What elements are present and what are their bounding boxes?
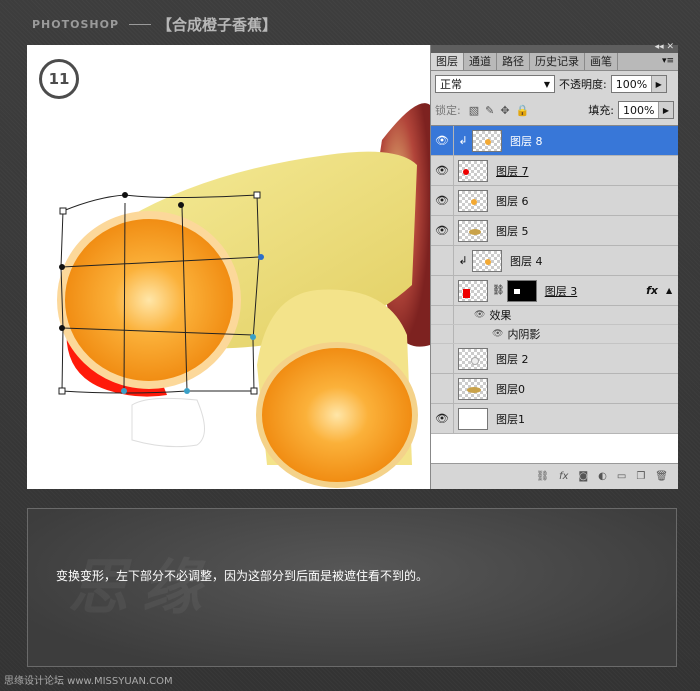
- opacity-value: 100%: [615, 77, 648, 91]
- layer-name[interactable]: 图层 7: [496, 163, 529, 179]
- visibility-eye-empty[interactable]: [431, 344, 454, 373]
- panel-menu-icon[interactable]: ▾≡: [658, 53, 678, 70]
- fill-value: 100%: [623, 103, 655, 117]
- layer-thumbnail: [458, 407, 488, 430]
- layer-name[interactable]: 图层 4: [510, 253, 543, 269]
- scroll-up-icon[interactable]: ▲: [666, 286, 676, 295]
- layer-thumbnail: [458, 279, 488, 302]
- layer-name[interactable]: 图层 5: [496, 223, 529, 239]
- document-canvas[interactable]: 11: [27, 45, 430, 489]
- white-piece-shape: [131, 397, 205, 448]
- fx-icon[interactable]: fx: [646, 284, 658, 297]
- page-title: 【合成橙子香蕉】: [157, 15, 278, 34]
- layer-name[interactable]: 图层 2: [496, 351, 529, 367]
- page-header: PHOTOSHOP 【合成橙子香蕉】: [32, 12, 277, 36]
- layers-list: 👁 ↲ 图层 8 👁 图层 7 👁 图层 6 👁 图层 5 ↲ 图层 4 ⛓ 图…: [431, 125, 678, 464]
- canvas-artwork: [57, 103, 430, 488]
- layer-row-0[interactable]: 图层0: [431, 374, 678, 404]
- opacity-arrow-icon[interactable]: ▶: [650, 76, 666, 92]
- add-mask-icon[interactable]: ◙: [578, 471, 588, 482]
- lower-orange-shape: [256, 342, 418, 488]
- layer-thumbnail: [458, 159, 488, 182]
- visibility-eye-icon[interactable]: 👁: [431, 216, 454, 245]
- tab-history[interactable]: 历史记录: [530, 53, 585, 70]
- inner-shadow-label: 内阴影: [507, 328, 541, 341]
- layer-mask-thumbnail[interactable]: [506, 279, 537, 302]
- effects-row[interactable]: 👁 效果: [431, 306, 678, 325]
- layer-name[interactable]: 图层0: [496, 381, 525, 397]
- effects-label: 效果: [489, 309, 512, 322]
- lock-position-icon[interactable]: ✥: [500, 104, 509, 117]
- fill-label: 填充:: [588, 104, 614, 117]
- link-layers-icon[interactable]: ⛓: [536, 471, 549, 482]
- header-divider: [129, 23, 152, 25]
- effect-eye-icon[interactable]: 👁: [492, 329, 503, 339]
- visibility-eye-icon[interactable]: 👁: [431, 404, 454, 433]
- layer-row-6[interactable]: 👁 图层 6: [431, 186, 678, 216]
- layer-thumbnail: [472, 249, 502, 272]
- layer-row-1[interactable]: 👁 图层1: [431, 404, 678, 434]
- visibility-eye-icon[interactable]: 👁: [431, 186, 454, 215]
- clip-arrow-icon: ↲: [458, 254, 468, 267]
- panel-tabs: 图层 通道 路径 历史记录 画笔 ▾≡: [431, 53, 678, 71]
- lock-pixels-icon[interactable]: ✎: [485, 104, 494, 117]
- tab-brushes[interactable]: 画笔: [585, 53, 618, 70]
- tab-layers[interactable]: 图层: [431, 53, 464, 70]
- collapse-icon[interactable]: ◂◂ ✕: [655, 42, 674, 52]
- inner-shadow-row[interactable]: 👁 内阴影: [431, 325, 678, 344]
- layer-name[interactable]: 图层 6: [496, 193, 529, 209]
- layers-panel: ◂◂ ✕ 图层 通道 路径 历史记录 画笔 ▾≡ 正常 ▼ 不透明度: 100%…: [430, 42, 678, 489]
- layer-thumbnail: [458, 189, 488, 212]
- layer-name[interactable]: 图层 3: [545, 283, 578, 299]
- lock-all-icon[interactable]: 🔒: [516, 104, 530, 117]
- layer-name[interactable]: 图层 8: [510, 133, 543, 149]
- layer-row-2[interactable]: 图层 2: [431, 344, 678, 374]
- blend-mode-value: 正常: [440, 78, 462, 91]
- adjustment-layer-icon[interactable]: ◐: [598, 471, 607, 482]
- layer-thumbnail: [458, 377, 488, 400]
- layer-thumbnail: [458, 347, 488, 370]
- tab-paths[interactable]: 路径: [497, 53, 530, 70]
- add-style-icon[interactable]: fx: [559, 471, 568, 482]
- blend-row: 正常 ▼ 不透明度: 100% ▶: [431, 71, 678, 97]
- opacity-input[interactable]: 100% ▶: [610, 75, 667, 93]
- visibility-eye-empty[interactable]: [431, 246, 454, 275]
- lock-label: 锁定:: [435, 104, 461, 117]
- layer-thumbnail: [458, 219, 488, 242]
- tab-channels[interactable]: 通道: [464, 53, 497, 70]
- fill-input[interactable]: 100% ▶: [618, 101, 674, 119]
- footer-watermark: 思缘设计论坛 www.MISSYUAN.COM: [4, 676, 173, 687]
- instruction-panel: 思缘 变换变形，左下部分不必调整，因为这部分到后面是被遮住看不到的。: [27, 508, 677, 667]
- step-number-badge: 11: [39, 59, 79, 99]
- layer-row-8[interactable]: 👁 ↲ 图层 8: [431, 126, 678, 156]
- dropdown-arrow-icon: ▼: [543, 79, 550, 89]
- layer-name[interactable]: 图层1: [496, 411, 525, 427]
- visibility-eye-icon[interactable]: 👁: [431, 156, 454, 185]
- brand-text: PHOTOSHOP: [32, 17, 120, 31]
- panel-titlebar[interactable]: ◂◂ ✕: [431, 42, 678, 53]
- opacity-label: 不透明度:: [559, 78, 607, 91]
- visibility-eye-icon[interactable]: 👁: [431, 126, 454, 155]
- visibility-eye-empty[interactable]: [431, 374, 454, 403]
- delete-layer-icon[interactable]: 🗑: [655, 471, 668, 482]
- layer-row-5[interactable]: 👁 图层 5: [431, 216, 678, 246]
- layer-row-4[interactable]: ↲ 图层 4: [431, 246, 678, 276]
- effect-eye-icon[interactable]: 👁: [474, 310, 485, 320]
- layer-thumbnail: [472, 129, 502, 152]
- fill-arrow-icon[interactable]: ▶: [658, 102, 673, 118]
- panel-bottom-toolbar: ⛓ fx ◙ ◐ ▭ ❐ 🗑: [431, 463, 678, 489]
- lock-transparency-icon[interactable]: ▧: [469, 104, 479, 117]
- layer-row-3[interactable]: ⛓ 图层 3 fx ▲: [431, 276, 678, 306]
- blend-mode-select[interactable]: 正常 ▼: [435, 75, 555, 93]
- clip-arrow-icon: ↲: [458, 134, 468, 147]
- visibility-eye-empty[interactable]: [431, 276, 454, 305]
- lock-row: 锁定: ▧ ✎ ✥ 🔒 填充: 100% ▶: [431, 97, 678, 123]
- instruction-caption: 变换变形，左下部分不必调整，因为这部分到后面是被遮住看不到的。: [56, 569, 429, 583]
- new-layer-icon[interactable]: ❐: [636, 471, 645, 482]
- upper-orange-shape: [57, 211, 241, 389]
- new-group-icon[interactable]: ▭: [617, 471, 626, 482]
- layer-row-7[interactable]: 👁 图层 7: [431, 156, 678, 186]
- mask-link-icon[interactable]: ⛓: [492, 285, 505, 296]
